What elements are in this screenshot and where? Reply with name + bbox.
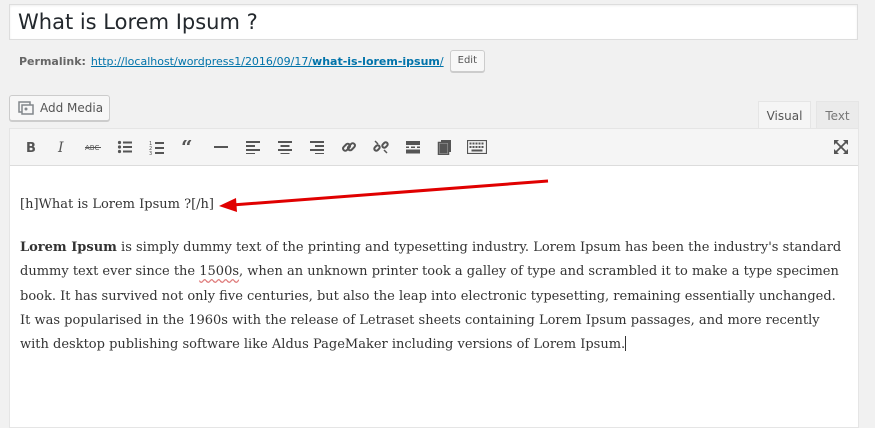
editor-toolbar: B I ABC 123 “ [10,129,858,166]
blockquote-icon[interactable]: “ [178,137,200,157]
fullscreen-icon[interactable] [830,137,852,157]
permalink-label: Permalink: [19,54,86,68]
editor-area[interactable]: B I ABC 123 “ [9,128,859,428]
tab-visual[interactable]: Visual [758,101,811,129]
tab-text[interactable]: Text [816,101,859,129]
bold-icon[interactable]: B [19,137,41,157]
add-media-button[interactable]: Add Media [9,95,110,121]
permalink-url-slug: what-is-lorem-ipsum [312,54,440,68]
para-bold-text: Lorem Ipsum [20,240,117,255]
align-right-icon[interactable] [306,137,328,157]
shortcode-heading-line: [h]What is Lorem Ipsum ?[/h] [20,197,214,212]
post-title-field[interactable] [9,4,858,40]
paste-as-text-icon[interactable] [434,137,456,157]
post-title-input[interactable] [18,8,838,36]
permalink-row: Permalink: http://localhost/wordpress1/2… [19,50,485,72]
svg-text:3: 3 [149,151,152,155]
svg-text:I: I [57,140,64,154]
svg-text:“: “ [181,140,193,154]
toolbar-toggle-icon[interactable] [466,137,488,157]
strikethrough-icon[interactable]: ABC [82,137,104,157]
svg-text:B: B [26,141,36,154]
read-more-icon[interactable] [402,137,424,157]
content-paragraph: Lorem Ipsum is simply dummy text of the … [20,236,848,357]
add-media-label: Add Media [40,101,104,115]
remove-link-icon[interactable] [370,137,392,157]
bulleted-list-icon[interactable] [114,137,136,157]
permalink-url-trailing: / [439,54,444,68]
edit-permalink-button[interactable]: Edit [449,50,485,72]
numbered-list-icon[interactable]: 123 [146,137,168,157]
horizontal-line-icon[interactable] [210,137,232,157]
permalink-link[interactable]: http://localhost/wordpress1/2016/09/17/w… [91,55,444,68]
insert-link-icon[interactable] [338,137,360,157]
permalink-url-base: http://localhost/wordpress1/2016/09/17/ [90,54,313,68]
text-caret [625,336,627,352]
add-media-icon [18,101,34,115]
align-left-icon[interactable] [242,137,264,157]
italic-icon[interactable]: I [50,137,72,157]
misspelled-word: 1500s [199,264,240,280]
align-center-icon[interactable] [274,137,296,157]
